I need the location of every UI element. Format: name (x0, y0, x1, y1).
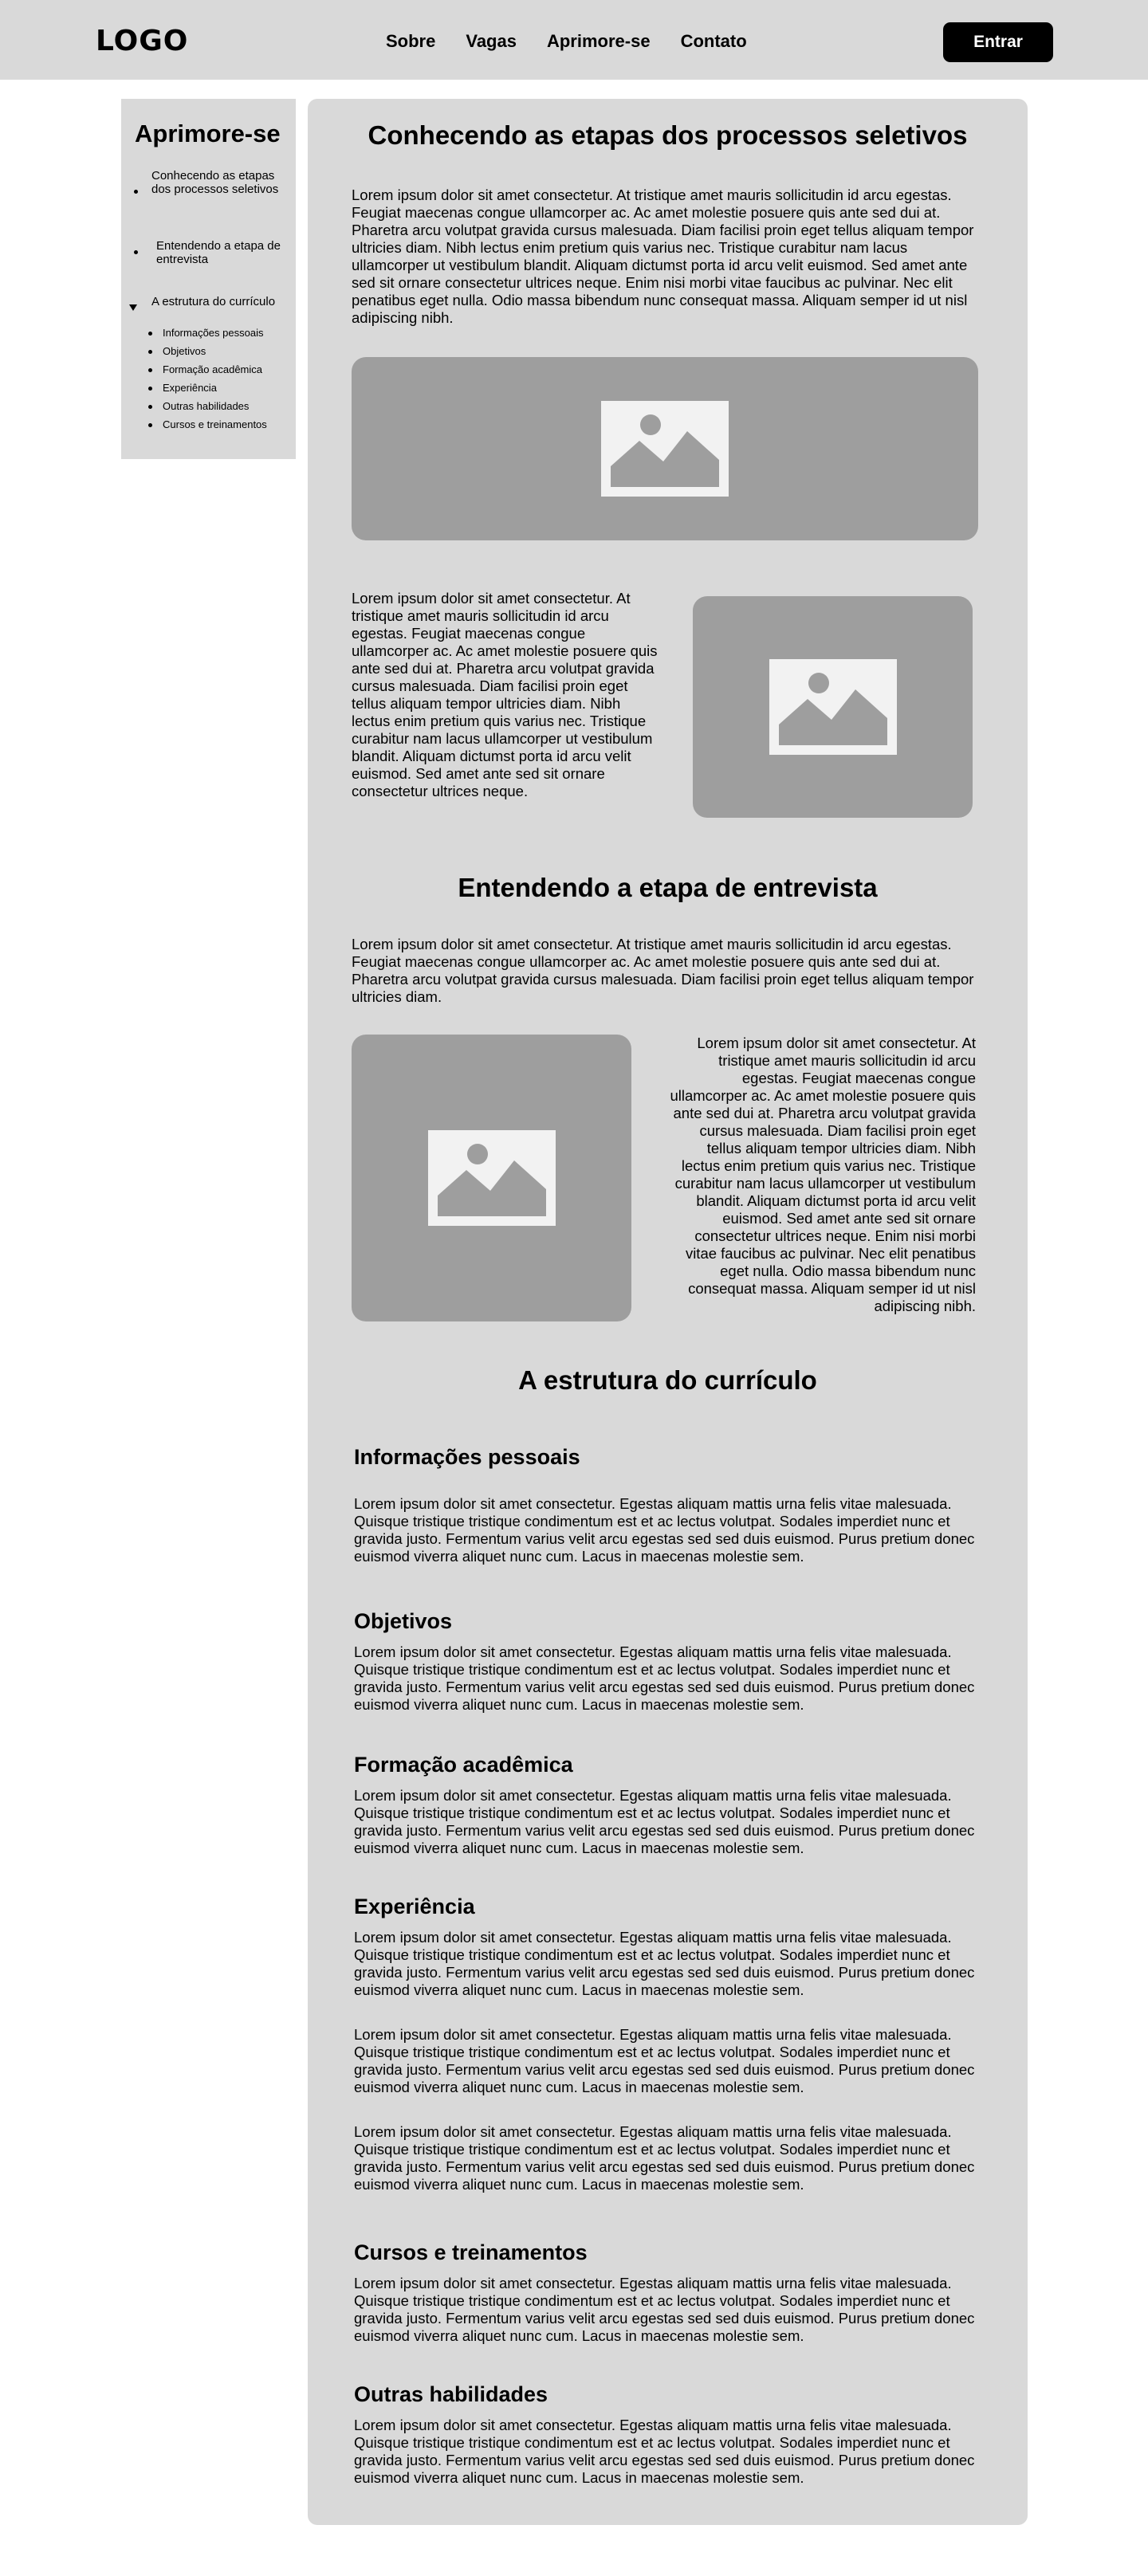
main-nav: Sobre Vagas Aprimore-se Contato (386, 30, 747, 53)
nav-link-sobre[interactable]: Sobre (386, 30, 435, 53)
sidebar-item-entrevista[interactable]: Entendendo a etapa de entrevista (134, 239, 293, 269)
sidebar-item-label: Conhecendo as etapas dos processos selet… (151, 169, 279, 196)
bullet-icon (134, 190, 138, 194)
bullet-icon (134, 250, 138, 254)
image-placeholder (693, 596, 973, 818)
section-title-entrevista: Entendendo a etapa de entrevista (458, 873, 878, 902)
sidebar-item-processos[interactable]: Conhecendo as etapas dos processos selet… (134, 169, 293, 212)
sidebar-subitems: Informações pessoais Objetivos Formação … (148, 327, 267, 437)
subsection-paragraph: Lorem ipsum dolor sit amet consectetur. … (354, 1643, 975, 1713)
image-placeholder (352, 1035, 631, 1321)
subsection-title-formacao: Formação acadêmica (354, 1753, 573, 1777)
image-placeholder (352, 357, 978, 540)
logo[interactable]: LOGO (96, 24, 188, 59)
top-navbar: LOGO Sobre Vagas Aprimore-se Contato Ent… (0, 0, 1148, 80)
subsection-paragraph: Lorem ipsum dolor sit amet consectetur. … (354, 1929, 975, 1998)
sidebar-subitem-formacao[interactable]: Formação acadêmica (148, 363, 267, 382)
sidebar-subitem-cursos[interactable]: Cursos e treinamentos (148, 418, 267, 437)
section-paragraph: Lorem ipsum dolor sit amet consectetur. … (352, 187, 974, 326)
sidebar: Aprimore-se Conhecendo as etapas dos pro… (121, 99, 296, 459)
section-title-processos: Conhecendo as etapas dos processos selet… (368, 120, 968, 150)
nav-link-vagas[interactable]: Vagas (466, 30, 517, 53)
login-button[interactable]: Entrar (943, 22, 1053, 62)
subsection-paragraph: Lorem ipsum dolor sit amet consectetur. … (354, 2275, 975, 2344)
subsection-title-informacoes: Informações pessoais (354, 1445, 580, 1469)
section-title-curriculo: A estrutura do currículo (518, 1365, 817, 1395)
subsection-paragraph: Lorem ipsum dolor sit amet consectetur. … (354, 2026, 975, 2095)
sidebar-item-label: Entendendo a etapa de entrevista (156, 239, 281, 266)
subsection-paragraph: Lorem ipsum dolor sit amet consectetur. … (354, 1495, 975, 1565)
sidebar-item-curriculo[interactable]: A estrutura do currículo (129, 295, 293, 327)
sidebar-subitem-objetivos[interactable]: Objetivos (148, 345, 267, 363)
sidebar-subitem-informacoes[interactable]: Informações pessoais (148, 327, 267, 345)
nav-link-contato[interactable]: Contato (681, 30, 747, 53)
caret-down-icon (129, 304, 137, 311)
subsection-title-cursos: Cursos e treinamentos (354, 2240, 588, 2264)
image-icon (427, 1130, 556, 1226)
sidebar-item-label: A estrutura do currículo (151, 295, 276, 308)
sidebar-subitem-experiencia[interactable]: Experiência (148, 382, 267, 400)
section-paragraph: Lorem ipsum dolor sit amet consectetur. … (670, 1035, 976, 1314)
nav-link-aprimore-se[interactable]: Aprimore-se (547, 30, 651, 53)
main-content: Conhecendo as etapas dos processos selet… (308, 99, 1028, 2525)
subsection-title-habilidades: Outras habilidades (354, 2382, 548, 2406)
sidebar-subitem-habilidades[interactable]: Outras habilidades (148, 400, 267, 418)
image-icon (769, 659, 897, 755)
subsection-paragraph: Lorem ipsum dolor sit amet consectetur. … (354, 2123, 975, 2193)
subsection-paragraph: Lorem ipsum dolor sit amet consectetur. … (354, 1787, 975, 1856)
subsection-paragraph: Lorem ipsum dolor sit amet consectetur. … (354, 2417, 975, 2486)
section-paragraph: Lorem ipsum dolor sit amet consectetur. … (352, 590, 658, 799)
image-icon (601, 401, 729, 497)
section-paragraph: Lorem ipsum dolor sit amet consectetur. … (352, 936, 974, 1005)
subsection-title-objetivos: Objetivos (354, 1609, 453, 1633)
sidebar-title: Aprimore-se (135, 120, 281, 147)
subsection-title-experiencia: Experiência (354, 1895, 475, 1918)
